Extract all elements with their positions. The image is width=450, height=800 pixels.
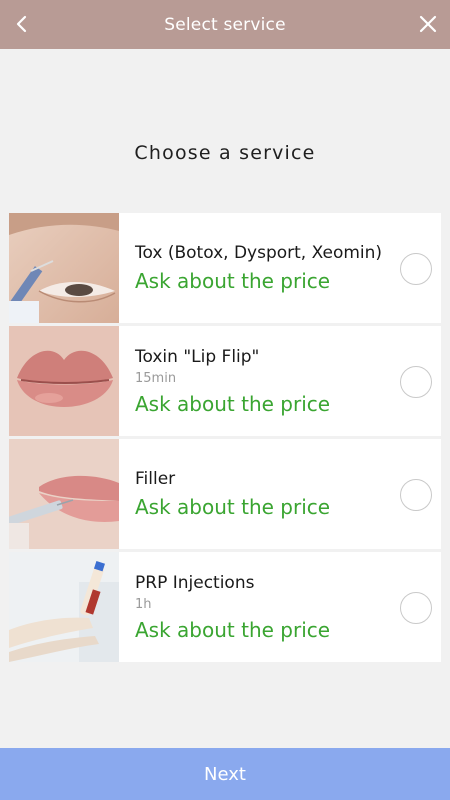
service-item-prp[interactable]: PRP Injections 1h Ask about the price (9, 552, 441, 662)
close-button[interactable] (414, 10, 442, 38)
lip-filler-injection-photo (9, 439, 119, 549)
service-info: Filler Ask about the price (119, 439, 441, 549)
service-duration: 15min (135, 370, 177, 386)
service-price: Ask about the price (135, 495, 331, 519)
next-button[interactable]: Next (0, 748, 450, 800)
header-bar: Select service (0, 0, 450, 49)
blood-vial-photo (9, 552, 119, 662)
chevron-left-icon (16, 15, 27, 33)
service-price: Ask about the price (135, 617, 331, 642)
service-info: PRP Injections 1h Ask about the price (119, 552, 441, 662)
service-price: Ask about the price (135, 391, 331, 416)
service-name: Filler (135, 469, 176, 489)
service-info: Toxin "Lip Flip" 15min Ask about the pri… (119, 326, 441, 436)
service-info: Tox (Botox, Dysport, Xeomin) Ask about t… (119, 213, 441, 323)
service-name: Tox (Botox, Dysport, Xeomin) (135, 243, 383, 263)
botox-injection-photo (9, 213, 119, 323)
service-name: Toxin "Lip Flip" (135, 346, 260, 367)
service-radio[interactable] (400, 479, 432, 511)
close-icon (419, 15, 437, 33)
service-duration: 1h (135, 596, 152, 612)
service-name: PRP Injections (135, 572, 255, 593)
service-list: Tox (Botox, Dysport, Xeomin) Ask about t… (9, 213, 441, 665)
lips-photo (9, 326, 119, 436)
back-button[interactable] (8, 10, 36, 38)
service-radio[interactable] (400, 366, 432, 398)
service-radio[interactable] (400, 253, 432, 285)
service-radio[interactable] (400, 592, 432, 624)
service-item-lip-flip[interactable]: Toxin "Lip Flip" 15min Ask about the pri… (9, 326, 441, 436)
service-item-filler[interactable]: Filler Ask about the price (9, 439, 441, 549)
service-item-tox[interactable]: Tox (Botox, Dysport, Xeomin) Ask about t… (9, 213, 441, 323)
header-title: Select service (164, 14, 286, 35)
service-price: Ask about the price (135, 269, 331, 293)
page-title: Choose a service (134, 142, 316, 164)
